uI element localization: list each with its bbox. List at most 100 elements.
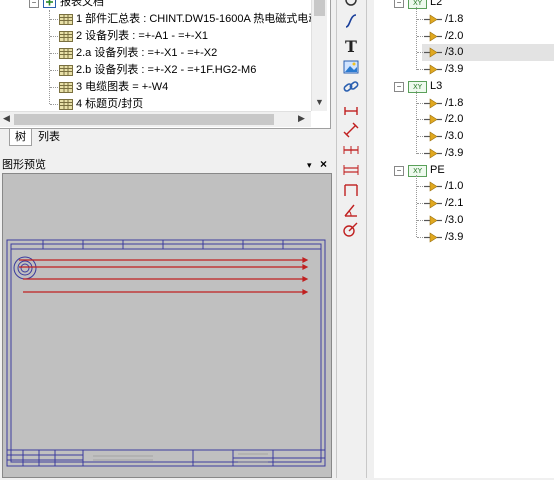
connection-reference-label: /3.0 — [445, 46, 464, 59]
connection-reference-label: /3.9 — [445, 230, 464, 243]
scrollbar-thumb[interactable] — [14, 114, 274, 125]
connection-reference[interactable]: /3.0 — [417, 128, 554, 145]
connection-reference-label: /3.0 — [445, 130, 464, 142]
close-icon[interactable]: × — [320, 157, 327, 171]
connection-reference[interactable]: /2.0 — [417, 28, 554, 45]
connection-tree-panel: − XY L2/1.8/2.0/3.0/3.9− XY L3/1.8/2.0/3.0/3… — [374, 0, 554, 478]
angle-dimension-icon[interactable] — [342, 201, 360, 219]
tab-label: 列表 — [38, 131, 60, 143]
connection-reference-label: /1.8 — [445, 96, 464, 109]
connection-pin-icon — [424, 145, 442, 162]
connection-reference-label: /1.0 — [445, 180, 464, 193]
tree-item-label: 3 电缆图表 = +-W4 — [76, 81, 169, 93]
scroll-left-arrow-icon[interactable]: ◀ — [3, 113, 10, 124]
schematic-drawing — [6, 239, 326, 467]
collapse-icon[interactable]: − — [394, 0, 404, 8]
drawing-inner-frame — [10, 243, 322, 463]
scroll-right-arrow-icon[interactable]: ▶ — [298, 113, 305, 124]
connection-pin-icon — [424, 128, 442, 145]
table-icon — [59, 62, 73, 79]
tree-connector — [416, 90, 417, 154]
connection-reference[interactable]: /2.1 — [417, 195, 554, 212]
tree-horizontal-scrollbar[interactable]: ◀ ▶ — [0, 111, 311, 127]
xy-badge-icon: XY — [408, 80, 427, 93]
tab-list[interactable]: 列表 — [33, 129, 65, 145]
tab-label: 树 — [15, 131, 26, 143]
dimension-chain-icon[interactable] — [342, 141, 360, 159]
signal-group[interactable]: − XY L2 — [374, 0, 554, 11]
drawing-frame — [6, 239, 326, 467]
connection-reference[interactable]: /3.0 — [417, 44, 554, 62]
connection-pin-icon — [424, 95, 442, 112]
drawing-toolbar: T — [336, 0, 367, 478]
tree-item-label: 1 部件汇总表 : CHINT.DW15-1600A 热电磁式电动 — [76, 13, 320, 25]
svg-text:T: T — [345, 37, 357, 55]
connection-reference[interactable]: /1.0 — [417, 178, 554, 195]
text-tool-icon[interactable]: T — [342, 37, 360, 55]
report-folder-icon — [43, 0, 56, 8]
connection-pin-icon — [424, 61, 442, 78]
signal-group[interactable]: − XY PE — [374, 162, 554, 179]
tree-item[interactable]: 1 部件汇总表 : CHINT.DW15-1600A 热电磁式电动 — [0, 11, 319, 28]
report-tree-panel: − 报表文档 1 部件汇总表 : CHINT.DW15-1600A 热电磁式电动 2 … — [0, 0, 331, 129]
scroll-down-arrow-icon[interactable]: ▼ — [315, 97, 324, 107]
connection-reference[interactable]: /3.9 — [417, 229, 554, 246]
collapse-icon[interactable]: − — [29, 0, 39, 8]
partial-tool-icon[interactable] — [342, 0, 360, 6]
tree-item[interactable]: 2.a 设备列表 : =+-X1 - =+-X2 — [0, 45, 311, 62]
signal-group[interactable]: − XY L3 — [374, 78, 554, 95]
tree-item[interactable]: 2 设备列表 : =+-A1 - =+-X1 — [0, 28, 311, 45]
connection-pin-icon — [424, 11, 442, 28]
tree-vertical-scrollbar[interactable]: ▼ — [311, 0, 327, 111]
tree-item-label: 2.b 设备列表 : =+-X2 - =+1F.HG2-M6 — [76, 64, 257, 76]
table-icon — [59, 79, 73, 96]
curve-tool-icon[interactable] — [342, 12, 360, 30]
connection-pin-icon — [424, 195, 442, 212]
tree-item-label: 2.a 设备列表 : =+-X1 - =+-X2 — [76, 47, 218, 59]
signal-group-label: L2 — [430, 0, 443, 8]
graphic-preview — [2, 173, 332, 478]
tab-tree[interactable]: 树 — [9, 129, 32, 146]
tree-item[interactable]: 3 电缆图表 = +-W4 — [0, 79, 311, 96]
scrollbar-thumb[interactable] — [314, 0, 325, 16]
signal-group-label: PE — [430, 163, 445, 176]
tree-connector — [416, 174, 417, 238]
collapse-icon[interactable]: − — [394, 81, 404, 92]
connection-reference[interactable]: /1.8 — [417, 95, 554, 112]
connection-reference-label: /1.8 — [445, 12, 464, 25]
signal-group-label: L3 — [430, 79, 443, 92]
radius-dimension-icon[interactable] — [342, 220, 360, 238]
connection-pin-icon — [424, 111, 442, 128]
connection-reference-label: /2.0 — [445, 113, 464, 126]
tree-item-label: 2 设备列表 : =+-A1 - =+-X1 — [76, 30, 209, 42]
table-icon — [59, 45, 73, 62]
link-tool-icon[interactable] — [342, 78, 360, 96]
xy-badge-icon: XY — [408, 164, 427, 177]
dimension-baseline-icon[interactable] — [342, 161, 360, 179]
table-icon — [59, 28, 73, 45]
dimension-offset-icon[interactable] — [342, 181, 360, 199]
pin-icon[interactable]: ▾ — [307, 158, 312, 172]
tree-item[interactable]: 2.b 设备列表 : =+-X2 - =+1F.HG2-M6 — [0, 62, 311, 79]
connection-pin-icon — [424, 178, 442, 195]
connection-pin-icon — [424, 28, 442, 45]
tree-root-reports[interactable]: − 报表文档 — [0, 0, 311, 11]
connection-reference[interactable]: /3.9 — [417, 145, 554, 162]
image-tool-icon[interactable] — [342, 58, 360, 76]
connection-reference-label: /3.9 — [445, 63, 464, 75]
connection-reference[interactable]: /3.9 — [417, 61, 554, 78]
connection-pin-icon — [424, 44, 442, 61]
connection-reference-label: /2.0 — [445, 29, 464, 42]
connection-pin-icon — [424, 212, 442, 229]
dimension-horizontal-icon[interactable] — [342, 102, 360, 120]
table-icon — [59, 11, 73, 28]
tree-root-label: 报表文档 — [60, 0, 104, 8]
connection-reference[interactable]: /2.0 — [417, 111, 554, 128]
collapse-icon[interactable]: − — [394, 165, 404, 176]
preview-title: 图形预览 — [2, 159, 46, 171]
xy-badge-icon: XY — [408, 0, 427, 9]
connection-reference[interactable]: /1.8 — [417, 11, 554, 28]
connection-reference[interactable]: /3.0 — [417, 212, 554, 229]
connection-pin-icon — [424, 229, 442, 246]
dimension-angled-icon[interactable] — [342, 121, 360, 139]
